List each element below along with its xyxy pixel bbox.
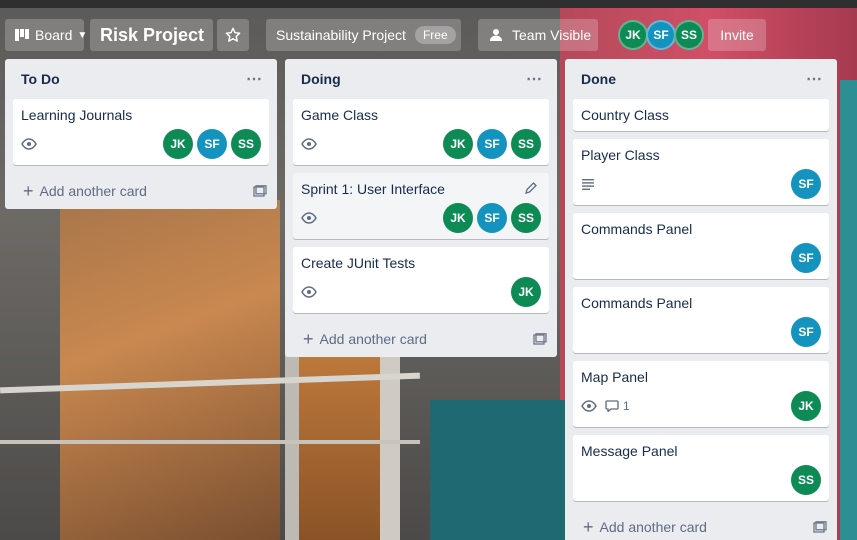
add-card-button[interactable]: + Add another card [5, 173, 277, 209]
card[interactable]: Commands Panel SF [573, 213, 829, 279]
avatar[interactable]: SF [477, 203, 507, 233]
more-options-icon[interactable]: ⋯ [526, 69, 543, 89]
add-card-button[interactable]: + Add another card [285, 321, 557, 357]
board-members: JK SF SS [618, 20, 704, 50]
card[interactable]: Player Class SF [573, 139, 829, 205]
card[interactable]: Map Panel 1 JK [573, 361, 829, 427]
list-done: Done ⋯ Country Class Player Class SF Com… [565, 59, 837, 540]
card[interactable]: Message Panel SS [573, 435, 829, 501]
comment-count: 1 [623, 399, 630, 413]
list-title: Done [581, 71, 616, 87]
card-title: Create JUnit Tests [301, 255, 416, 271]
plus-icon: + [23, 181, 34, 201]
board-title[interactable]: Risk Project [90, 19, 213, 51]
card[interactable]: Learning Journals JK SF SS [13, 99, 269, 165]
card-template-icon[interactable] [813, 521, 827, 533]
avatar[interactable]: SS [511, 203, 541, 233]
invite-button[interactable]: Invite [708, 19, 766, 51]
card-title: Commands Panel [581, 295, 693, 311]
plus-icon: + [303, 329, 314, 349]
chevron-down-icon: ▼ [77, 29, 88, 41]
card-title: Commands Panel [581, 221, 693, 237]
team-icon [490, 29, 502, 41]
avatar[interactable]: JK [791, 391, 821, 421]
list-title: To Do [21, 71, 60, 87]
card-template-icon[interactable] [253, 185, 267, 197]
avatar[interactable]: JK [443, 203, 473, 233]
card-title: Sprint 1: User Interface [301, 181, 445, 197]
board-icon [15, 29, 29, 41]
more-options-icon[interactable]: ⋯ [246, 69, 263, 89]
list-header: Done ⋯ [565, 59, 837, 99]
avatar[interactable]: JK [511, 277, 541, 307]
avatar[interactable]: JK [618, 20, 648, 50]
comment-icon [605, 400, 619, 412]
eye-icon [301, 212, 317, 224]
list-header: Doing ⋯ [285, 59, 557, 99]
card[interactable]: Country Class [573, 99, 829, 131]
card[interactable]: Commands Panel SF [573, 287, 829, 353]
card-title: Country Class [581, 107, 669, 123]
avatar[interactable]: SS [791, 465, 821, 495]
invite-label: Invite [720, 27, 754, 43]
board-view-switcher[interactable]: Board ▼ [5, 19, 88, 51]
add-card-button[interactable]: + Add another card [565, 509, 837, 540]
list-title: Doing [301, 71, 341, 87]
avatar[interactable]: SF [646, 20, 676, 50]
card-title: Map Panel [581, 369, 648, 385]
avatar[interactable]: SS [674, 20, 704, 50]
pencil-icon[interactable] [525, 182, 537, 194]
star-icon [225, 27, 241, 42]
add-card-label: Add another card [39, 183, 147, 199]
description-icon [582, 179, 594, 190]
avatar[interactable]: SF [197, 129, 227, 159]
eye-icon [301, 286, 317, 298]
avatar[interactable]: JK [443, 129, 473, 159]
avatar[interactable]: JK [163, 129, 193, 159]
avatar[interactable]: SS [231, 129, 261, 159]
workspace-name: Sustainability Project [276, 27, 406, 43]
list-header: To Do ⋯ [5, 59, 277, 99]
eye-icon [301, 138, 317, 150]
workspace-button[interactable]: Sustainability Project Free [266, 19, 461, 51]
eye-icon [581, 400, 597, 412]
card-title: Learning Journals [21, 107, 133, 123]
board-title-text: Risk Project [100, 24, 205, 45]
eye-icon [21, 138, 37, 150]
add-card-label: Add another card [319, 331, 427, 347]
visibility-button[interactable]: Team Visible [478, 19, 598, 51]
card[interactable]: Game Class JK SF SS [293, 99, 549, 165]
list-doing: Doing ⋯ Game Class JK SF SS Sprint 1: Us… [285, 59, 557, 357]
avatar[interactable]: SF [791, 243, 821, 273]
visibility-label: Team Visible [512, 27, 592, 43]
card-title: Player Class [581, 147, 660, 163]
card[interactable]: Create JUnit Tests JK [293, 247, 549, 313]
star-button[interactable] [217, 19, 249, 51]
avatar[interactable]: SF [791, 169, 821, 199]
list-todo: To Do ⋯ Learning Journals JK SF SS + Add… [5, 59, 277, 209]
avatar[interactable]: SF [477, 129, 507, 159]
board-view-label: Board [35, 27, 73, 43]
add-card-label: Add another card [599, 519, 707, 535]
card-title: Game Class [301, 107, 379, 123]
card[interactable]: Sprint 1: User Interface JK SF SS [293, 173, 549, 239]
board-header: Board ▼ Risk Project Sustainability Proj… [0, 0, 857, 58]
plus-icon: + [583, 517, 594, 537]
card-title: Message Panel [581, 443, 678, 459]
plan-badge: Free [414, 26, 456, 44]
avatar[interactable]: SF [791, 317, 821, 347]
more-options-icon[interactable]: ⋯ [806, 69, 823, 89]
card-template-icon[interactable] [533, 333, 547, 345]
avatar[interactable]: SS [511, 129, 541, 159]
